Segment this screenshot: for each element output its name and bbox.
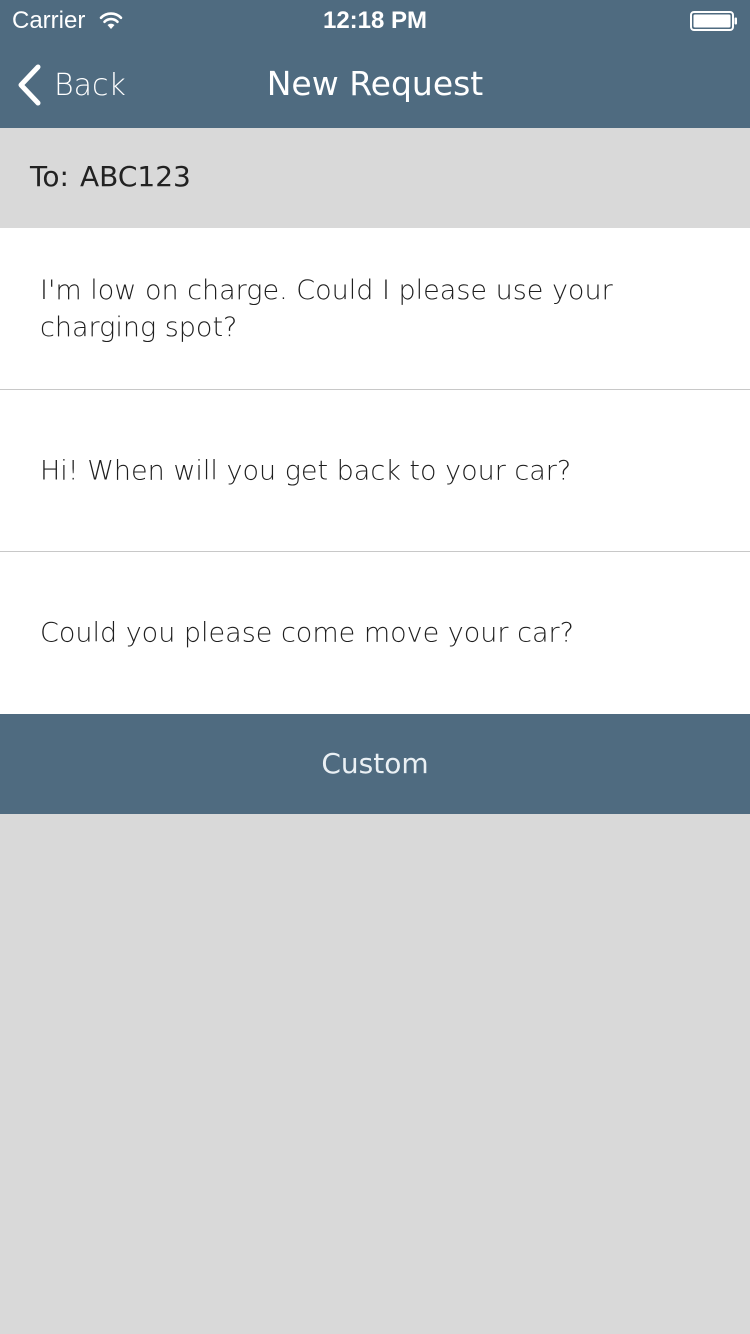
recipient-row: To: ABC123 (0, 128, 750, 228)
recipient-label: To: (30, 160, 69, 193)
message-option[interactable]: Could you please come move your car? (0, 552, 750, 714)
message-option-text: Could you please come move your car? (40, 617, 574, 649)
message-option[interactable]: Hi! When will you get back to your car? (0, 390, 750, 552)
message-option[interactable]: I'm low on charge. Could I please use yo… (0, 228, 750, 390)
message-option-text: Hi! When will you get back to your car? (40, 455, 572, 486)
recipient-plate: ABC123 (80, 160, 191, 193)
top-bar: Carrier 12:18 PM Back New Request (0, 0, 750, 128)
message-option-text: I'm low on charge. Could I please use yo… (40, 274, 613, 343)
status-time: 12:18 PM (322, 7, 428, 34)
page-title: New Request (266, 64, 484, 103)
navigation-bar: Back New Request (0, 40, 750, 128)
status-bar: Carrier 12:18 PM (0, 0, 750, 40)
custom-message-button[interactable]: Custom (0, 714, 750, 814)
battery-full-icon (690, 11, 737, 31)
empty-background (0, 814, 750, 1334)
message-template-list: I'm low on charge. Could I please use yo… (0, 228, 750, 714)
